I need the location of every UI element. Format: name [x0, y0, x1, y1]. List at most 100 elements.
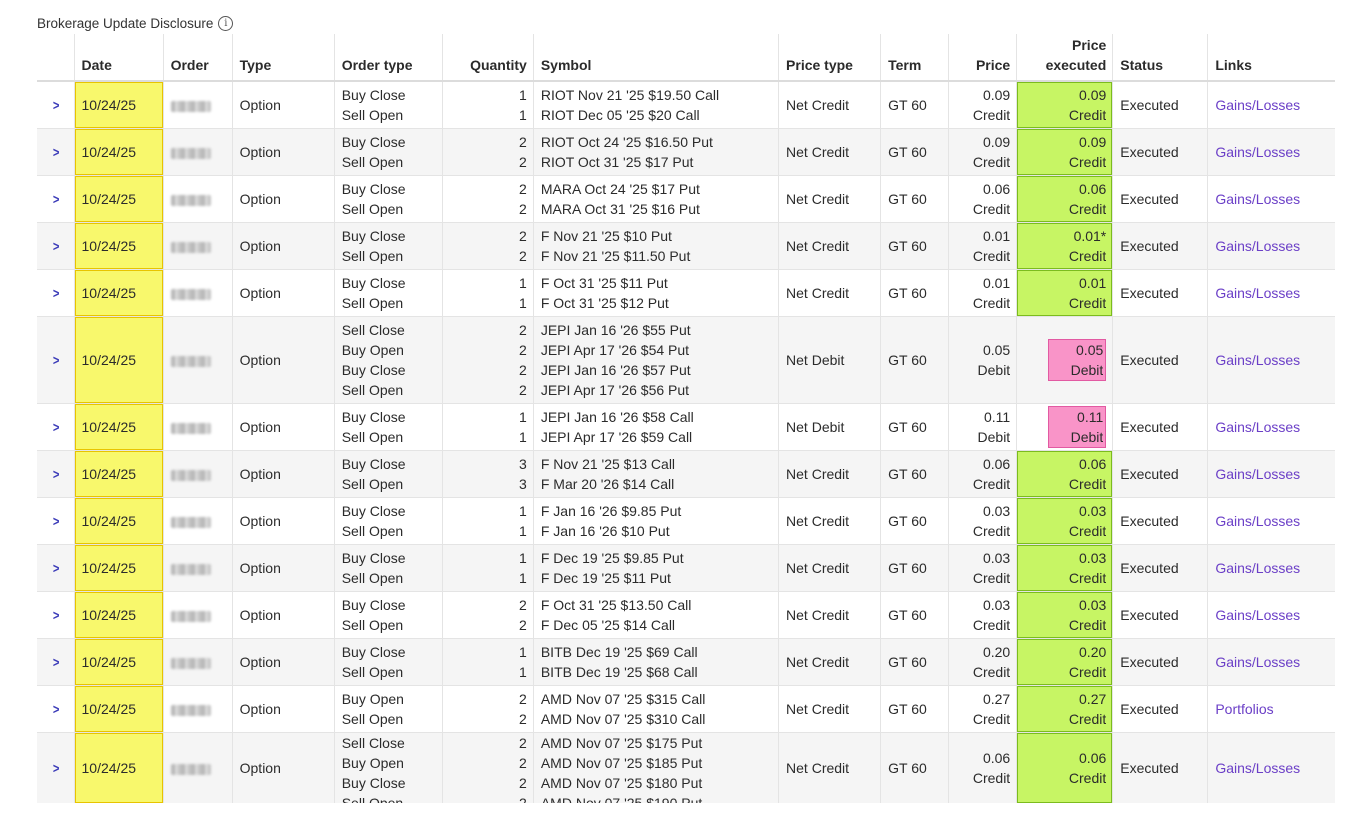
col-header-term[interactable]: Term — [880, 34, 949, 82]
order-type-line: Buy Close — [341, 87, 406, 103]
col-header-status[interactable]: Status — [1112, 34, 1208, 82]
col-header-symbol[interactable]: Symbol — [532, 34, 779, 82]
gains-losses-link[interactable]: Gains/Losses — [1215, 513, 1300, 529]
gains-losses-link[interactable]: Gains/Losses — [1215, 466, 1300, 482]
date-cell: 10/24/25 — [73, 497, 164, 545]
gains-losses-link[interactable]: Gains/Losses — [1215, 97, 1300, 113]
col-header-price-type[interactable]: Price type — [778, 34, 881, 82]
table-row[interactable]: >10/24/25 Option Sell Close Buy Open Buy Clo… — [37, 316, 1335, 404]
chevron-right-icon[interactable]: > — [52, 699, 59, 719]
expand-cell: > — [37, 316, 75, 404]
symbol-line: MARA Oct 24 '25 $17 Put — [540, 181, 700, 197]
chevron-right-icon[interactable]: > — [52, 142, 59, 162]
col-header-date[interactable]: Date — [73, 34, 164, 82]
price-executed-cell: 0.01 Credit — [1016, 269, 1113, 317]
chevron-right-icon[interactable]: > — [52, 95, 59, 115]
gains-losses-link[interactable]: Gains/Losses — [1215, 419, 1300, 435]
chevron-right-icon[interactable]: > — [52, 236, 59, 256]
chevron-right-icon[interactable]: > — [52, 652, 59, 672]
chevron-right-icon[interactable]: > — [52, 350, 59, 370]
gains-losses-link[interactable]: Gains/Losses — [1215, 238, 1300, 254]
price-executed-cell: 0.09 Credit — [1016, 128, 1113, 176]
chevron-right-icon[interactable]: > — [52, 283, 59, 303]
gains-losses-link[interactable]: Gains/Losses — [1215, 760, 1300, 776]
quantity-cell: 11 — [441, 403, 534, 451]
table-row[interactable]: >10/24/25 Option Buy Close Sell Open 2 2 MARA … — [37, 175, 1335, 223]
quantity-line: 2 — [519, 691, 527, 707]
gains-losses-link[interactable]: Gains/Losses — [1215, 654, 1300, 670]
col-header-price-executed[interactable]: Price executed — [1016, 34, 1113, 82]
col-header-links[interactable]: Links — [1207, 34, 1335, 82]
gains-losses-link[interactable]: Portfolios — [1215, 701, 1273, 717]
date-cell: 10/24/25 — [73, 732, 164, 803]
gains-losses-link[interactable]: Gains/Losses — [1215, 285, 1300, 301]
chevron-right-icon[interactable]: > — [52, 417, 59, 437]
table-row[interactable]: >10/24/25 Option Buy Close Sell Open 3 3 F Nov… — [37, 450, 1335, 498]
redacted-order-number — [170, 563, 211, 575]
gains-losses-link[interactable]: Gains/Losses — [1215, 144, 1300, 160]
table-row[interactable]: >10/24/25 Option Buy Close Sell Open 1 1 F Jan… — [37, 497, 1335, 545]
price-value: 0.11 — [983, 409, 1011, 425]
order-type-line: Buy Close — [341, 181, 406, 197]
chevron-right-icon[interactable]: > — [52, 605, 59, 625]
symbol-line: AMD Nov 07 '25 $190 Put — [540, 795, 703, 803]
chevron-right-icon[interactable]: > — [52, 758, 59, 778]
quantity-line: 1 — [519, 409, 527, 425]
col-header-order-type[interactable]: Order type — [333, 34, 443, 82]
col-header-price[interactable]: Price — [948, 34, 1017, 82]
chevron-right-icon[interactable]: > — [52, 558, 59, 578]
price-value: 0.05 — [982, 342, 1011, 358]
col-header-order[interactable]: Order — [162, 34, 233, 82]
quantity-line: 1 — [519, 107, 527, 123]
debit-highlight: 0.11 Debit — [1048, 406, 1107, 448]
exec-price-value: 0.11 — [1077, 409, 1104, 425]
quantity-line: 2 — [519, 342, 527, 358]
chevron-right-icon[interactable]: > — [52, 189, 59, 209]
quantity-line: 2 — [519, 597, 527, 613]
price-kind: Credit — [972, 617, 1011, 633]
exec-price-value: 0.27 — [1079, 691, 1107, 707]
price-kind: Credit — [972, 523, 1011, 539]
table-row[interactable]: >10/24/25 Option Sell Close Buy Open Buy Clo… — [37, 732, 1335, 803]
price-value: 0.01 — [982, 275, 1011, 291]
table-row[interactable]: >10/24/25 Option Buy Open Sell Open 2 2 AMD No… — [37, 685, 1335, 733]
redacted-order-number — [170, 194, 211, 206]
table-row[interactable]: >10/24/25 Option Buy Close Sell Open 1 1 BITB … — [37, 638, 1335, 686]
chevron-right-icon[interactable]: > — [52, 464, 59, 484]
links-cell: Gains/Losses — [1207, 544, 1335, 592]
symbol-cell: F Nov 21 '25 $13 Call F Mar 20 '26 $14 Ca… — [532, 450, 779, 498]
date-cell: 10/24/25 — [73, 316, 164, 404]
order-cell — [162, 544, 233, 592]
chevron-right-icon[interactable]: > — [52, 511, 59, 531]
order-cell — [162, 450, 233, 498]
col-header-quantity[interactable]: Quantity — [441, 34, 534, 82]
table-row[interactable]: >10/24/25 Option Buy Close Sell Open 2 2 F Oct… — [37, 591, 1335, 639]
price-executed-cell: 0.01* Credit — [1016, 222, 1113, 270]
table-row[interactable]: >10/24/25 Option Buy Close Sell Open 2 2 F Nov… — [37, 222, 1335, 270]
order-type-cell: Buy Close Sell Open — [333, 269, 443, 317]
gains-losses-link[interactable]: Gains/Losses — [1215, 191, 1300, 207]
order-type-cell: Buy Close Sell Open — [333, 497, 443, 545]
table-row[interactable]: >10/24/25 Option Buy Close Sell Open 1 1 F Dec… — [37, 544, 1335, 592]
price-kind: Credit — [972, 248, 1011, 264]
col-header-type[interactable]: Type — [231, 34, 335, 82]
table-row[interactable]: >10/24/25 Option Buy Close Sell Open 1 1 F Oct… — [37, 269, 1335, 317]
symbol-line: F Oct 31 '25 $13.50 Call — [540, 597, 692, 613]
table-row[interactable]: >10/24/25 Option Buy Close Sell Open 1 1 JEPI … — [37, 403, 1335, 451]
status-cell: Executed — [1112, 685, 1208, 733]
table-row[interactable]: >10/24/25 Option Buy Close Sell Open 2 2 RIOT … — [37, 128, 1335, 176]
price-cell: 0.06 Credit — [948, 450, 1017, 498]
type-cell: Option — [231, 269, 335, 317]
term-cell: GT 60 — [880, 269, 949, 317]
table-row[interactable]: >10/24/25 Option Buy Close Sell Open 1 1 RIOT … — [37, 81, 1335, 129]
quantity-line: 2 — [519, 181, 527, 197]
type-cell: Option — [231, 450, 335, 498]
price-cell: 0.01 Credit — [948, 269, 1017, 317]
price-kind: Debit — [977, 429, 1011, 445]
info-icon[interactable]: i — [218, 16, 234, 31]
gains-losses-link[interactable]: Gains/Losses — [1215, 560, 1300, 576]
gains-losses-link[interactable]: Gains/Losses — [1215, 607, 1300, 623]
price-value: 0.03 — [982, 503, 1011, 519]
price-executed-cell: 0.27 Credit — [1016, 685, 1113, 733]
gains-losses-link[interactable]: Gains/Losses — [1215, 352, 1300, 368]
